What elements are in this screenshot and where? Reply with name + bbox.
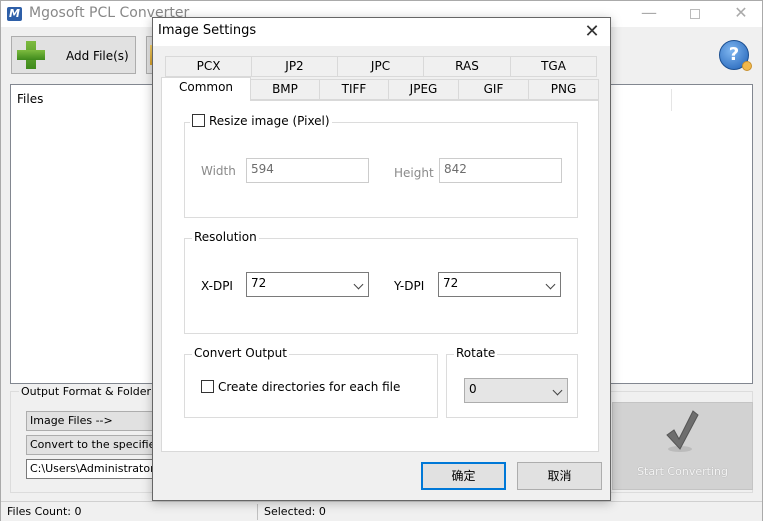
column-separator[interactable] — [671, 89, 672, 111]
resize-checkbox[interactable]: Resize image (Pixel) — [190, 114, 332, 128]
output-folder-input[interactable]: C:\Users\Administrator\My — [26, 459, 161, 479]
status-bar: Files Count: 0 Selected: 0 — [1, 501, 762, 521]
add-files-button[interactable]: Add File(s) — [11, 36, 136, 74]
help-icon[interactable]: ? — [719, 40, 752, 71]
image-settings-dialog: Image Settings ✕ PCX JP2 JPC RAS TGA Com… — [152, 17, 611, 501]
tab-png[interactable]: PNG — [528, 79, 599, 100]
output-format-select[interactable]: Image Files --> — [26, 411, 161, 431]
resize-group: Resize image (Pixel) Width 594 Height 84… — [184, 114, 578, 218]
tab-bmp[interactable]: BMP — [250, 79, 320, 100]
help-symbol: ? — [728, 44, 740, 65]
tab-pcx[interactable]: PCX — [165, 56, 252, 77]
ydpi-select[interactable]: 72 — [438, 272, 561, 297]
width-input[interactable]: 594 — [246, 158, 369, 183]
plus-icon — [17, 41, 45, 69]
tab-gif[interactable]: GIF — [458, 79, 529, 100]
dialog-title: Image Settings — [158, 23, 257, 38]
tab-jp2[interactable]: JP2 — [251, 56, 338, 77]
rotate-group: Rotate 0 — [446, 346, 578, 418]
dialog-close-button[interactable]: ✕ — [580, 20, 604, 44]
selected-status: Selected: 0 — [264, 505, 326, 518]
close-button[interactable]: ✕ — [718, 1, 763, 27]
rotate-value: 0 — [469, 382, 477, 396]
create-dirs-checkbox-box[interactable] — [201, 380, 214, 393]
tab-common[interactable]: Common — [161, 77, 251, 101]
files-count-status: Files Count: 0 — [7, 505, 82, 518]
create-dirs-checkbox[interactable]: Create directories for each file — [201, 380, 400, 394]
xdpi-label: X-DPI — [201, 279, 233, 293]
key-icon — [742, 61, 752, 71]
maximize-icon — [690, 9, 700, 19]
xdpi-select[interactable]: 72 — [246, 272, 369, 297]
folder-mode-select[interactable]: Convert to the specified di — [26, 435, 161, 455]
tab-jpc[interactable]: JPC — [337, 56, 424, 77]
convert-output-group: Convert Output Create directories for ea… — [184, 346, 438, 418]
height-input[interactable]: 842 — [439, 158, 562, 183]
tab-jpeg[interactable]: JPEG — [388, 79, 459, 100]
common-tab-page: Resize image (Pixel) Width 594 Height 84… — [161, 100, 599, 452]
width-label: Width — [201, 164, 236, 178]
dialog-title-bar: Image Settings ✕ — [153, 18, 610, 46]
app-logo-icon: M — [7, 7, 22, 21]
tab-tiff[interactable]: TIFF — [319, 79, 389, 100]
output-format-legend: Output Format & Folder — [19, 385, 154, 398]
ydpi-value: 72 — [443, 276, 459, 290]
start-converting-button[interactable]: Start Converting — [612, 402, 753, 490]
ok-button[interactable]: 确定 — [421, 462, 506, 490]
resolution-group: Resolution X-DPI 72 Y-DPI 72 — [184, 230, 578, 334]
checkmark-icon — [666, 410, 699, 452]
resolution-legend: Resolution — [192, 230, 259, 244]
tab-ras[interactable]: RAS — [423, 56, 511, 77]
height-label: Height — [394, 166, 434, 180]
start-converting-label: Start Converting — [637, 465, 728, 478]
add-files-label: Add File(s) — [66, 49, 129, 63]
xdpi-value: 72 — [251, 276, 267, 290]
resize-checkbox-box[interactable] — [192, 114, 205, 127]
chevron-down-icon — [552, 385, 563, 396]
convert-output-legend: Convert Output — [192, 346, 289, 360]
maximize-button[interactable] — [672, 1, 718, 27]
resize-checkbox-label: Resize image (Pixel) — [209, 114, 330, 128]
status-separator — [257, 504, 258, 520]
files-column-header[interactable]: Files — [17, 92, 43, 106]
ydpi-label: Y-DPI — [394, 279, 425, 293]
rotate-select[interactable]: 0 — [464, 378, 568, 403]
tab-tga[interactable]: TGA — [510, 56, 597, 77]
chevron-down-icon — [545, 279, 556, 290]
chevron-down-icon — [353, 279, 364, 290]
minimize-button[interactable]: — — [626, 1, 672, 27]
cancel-button[interactable]: 取消 — [517, 462, 602, 490]
create-dirs-label: Create directories for each file — [218, 380, 401, 394]
rotate-legend: Rotate — [454, 346, 498, 360]
